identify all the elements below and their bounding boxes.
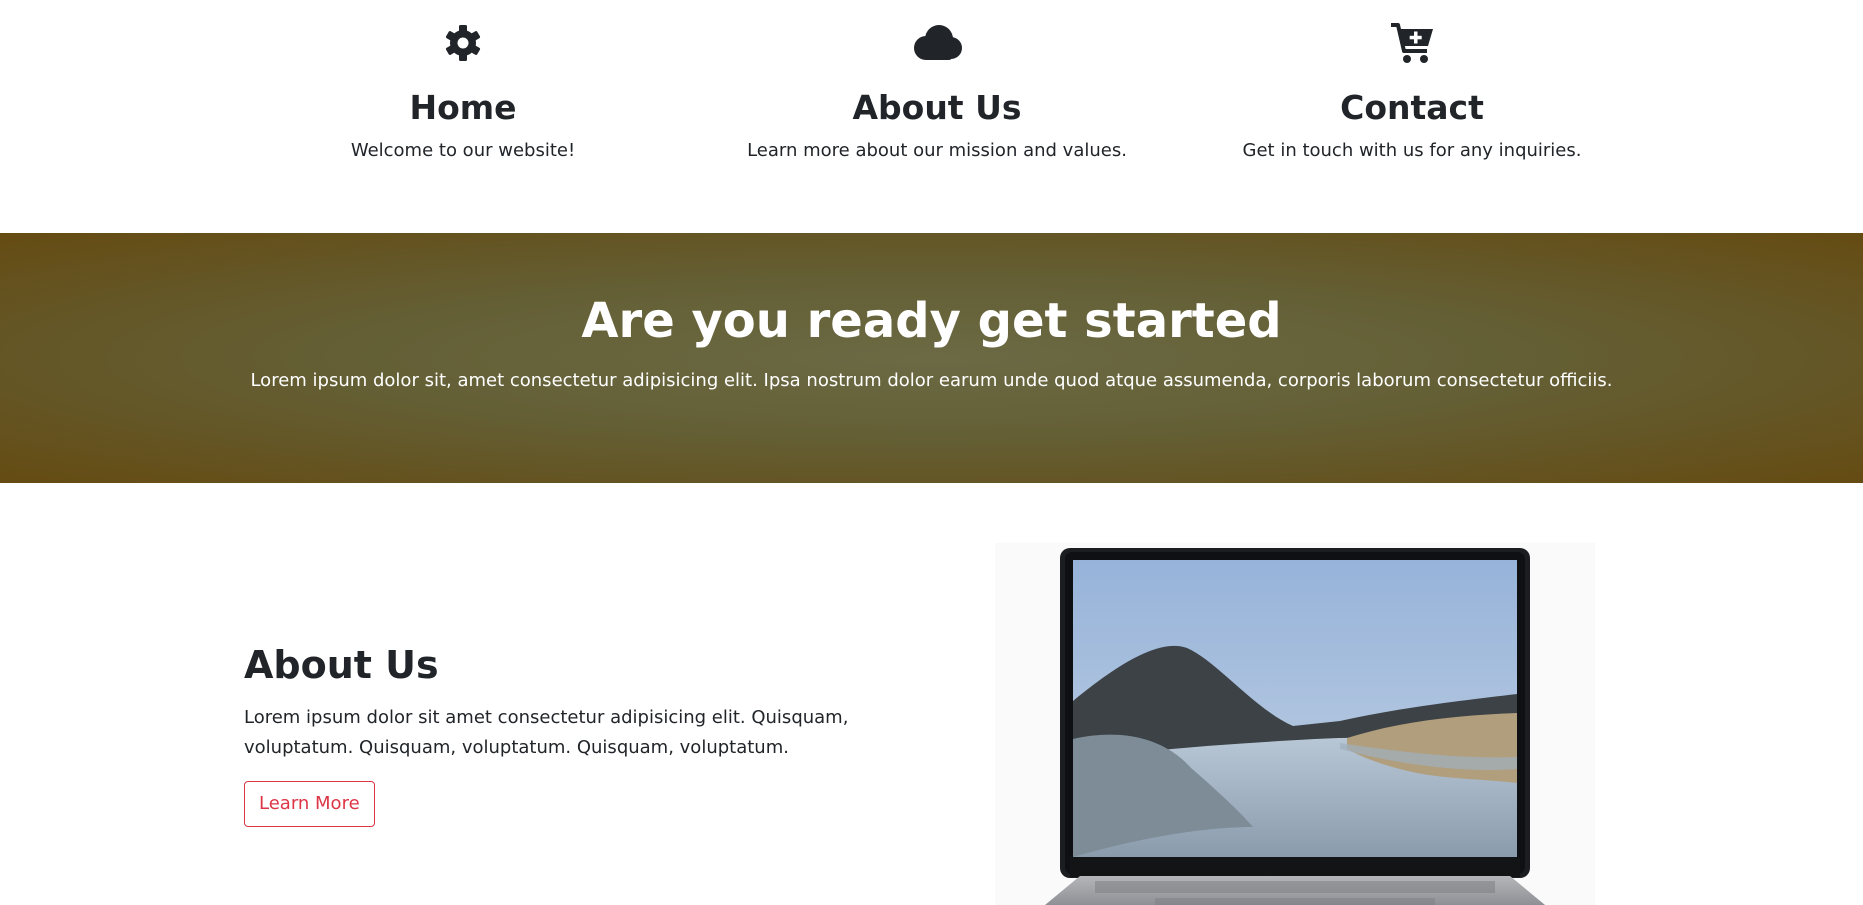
about-section: About Us Lorem ipsum dolor sit amet cons… <box>0 483 1863 905</box>
feature-about: About Us Learn more about our mission an… <box>707 20 1167 161</box>
cta-title: Are you ready get started <box>581 293 1282 349</box>
learn-more-button[interactable]: Learn More <box>244 781 375 827</box>
about-text: Lorem ipsum dolor sit amet consectetur a… <box>244 707 849 758</box>
feature-home: Home Welcome to our website! <box>233 20 693 161</box>
cart-plus-icon <box>1182 20 1642 66</box>
gear-icon <box>233 20 693 66</box>
about-title: About Us <box>244 643 439 687</box>
cloud-icon <box>707 20 1167 66</box>
feature-text: Learn more about our mission and values. <box>747 139 1127 161</box>
feature-title: Home <box>409 88 517 127</box>
feature-text: Welcome to our website! <box>350 139 576 161</box>
feature-title: About Us <box>852 88 1022 127</box>
feature-title: Contact <box>1340 88 1484 127</box>
cta-banner: Are you ready get started Lorem ipsum do… <box>0 233 1863 483</box>
feature-text: Get in touch with us for any inquiries. <box>1242 139 1582 161</box>
cta-text: Lorem ipsum dolor sit, amet consectetur … <box>250 369 1613 391</box>
features-section: Home Welcome to our website! About Us Le… <box>0 0 1863 233</box>
feature-contact: Contact Get in touch with us for any inq… <box>1182 20 1642 161</box>
laptop-landscape-image <box>995 543 1595 905</box>
